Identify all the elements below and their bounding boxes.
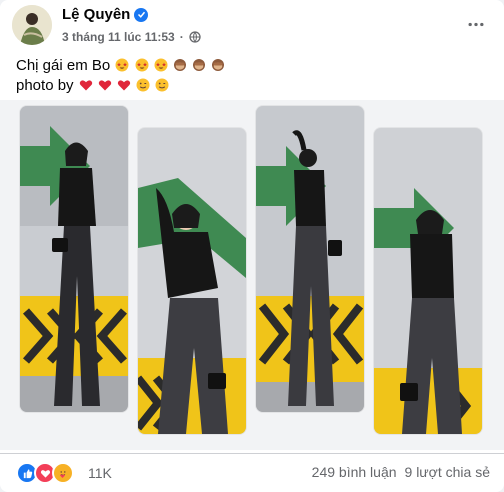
post-meta: 3 tháng 11 lúc 11:53 · xyxy=(62,30,201,44)
reaction-count[interactable]: 11K xyxy=(88,465,112,481)
see-no-evil-monkey-icon xyxy=(193,59,206,71)
author-avatar[interactable] xyxy=(12,5,52,45)
post-timestamp[interactable]: 3 tháng 11 lúc 11:53 xyxy=(62,30,175,44)
see-no-evil-monkey-icon xyxy=(173,59,186,71)
post-caption: Chị gái em Bo photo by xyxy=(16,56,225,96)
photo-grid xyxy=(0,100,504,450)
caption-text-1: Chị gái em Bo xyxy=(16,57,111,74)
star-struck-icon xyxy=(135,58,149,72)
engagement-stats: 249 bình luận 9 lượt chia sẻ xyxy=(312,464,490,480)
meta-separator: · xyxy=(179,30,184,44)
post-footer: 11K 249 bình luận 9 lượt chia sẻ xyxy=(0,453,504,489)
caption-text-2: photo by xyxy=(16,77,74,94)
comments-count-link[interactable]: 249 bình luận xyxy=(312,464,397,480)
caption-line-2: photo by xyxy=(16,76,225,96)
photo-1[interactable] xyxy=(20,106,128,412)
see-no-evil-monkey-icon xyxy=(212,59,225,71)
red-heart-icon xyxy=(79,80,92,91)
more-options-button[interactable] xyxy=(462,10,490,38)
photo-3[interactable] xyxy=(256,106,364,412)
star-struck-icon xyxy=(154,58,168,72)
winking-face-icon xyxy=(155,78,169,92)
photo-2[interactable] xyxy=(138,128,246,434)
verified-badge-icon xyxy=(134,7,149,22)
author-name[interactable]: Lệ Quyên xyxy=(62,6,130,23)
star-struck-icon xyxy=(115,58,129,72)
reaction-summary[interactable]: 11K xyxy=(16,462,112,484)
caption-line-1: Chị gái em Bo xyxy=(16,56,225,76)
post-card: Lệ Quyên 3 tháng 11 lúc 11:53 · Chị gái … xyxy=(0,0,504,492)
care-icon xyxy=(52,462,74,484)
globe-icon xyxy=(189,31,201,43)
more-dots-icon xyxy=(468,22,484,26)
red-heart-icon xyxy=(98,80,112,91)
winking-face-icon xyxy=(136,78,150,92)
author-row: Lệ Quyên xyxy=(62,6,149,23)
shares-count-link[interactable]: 9 lượt chia sẻ xyxy=(405,464,490,480)
red-heart-icon xyxy=(117,80,131,91)
photo-4[interactable] xyxy=(374,128,482,434)
